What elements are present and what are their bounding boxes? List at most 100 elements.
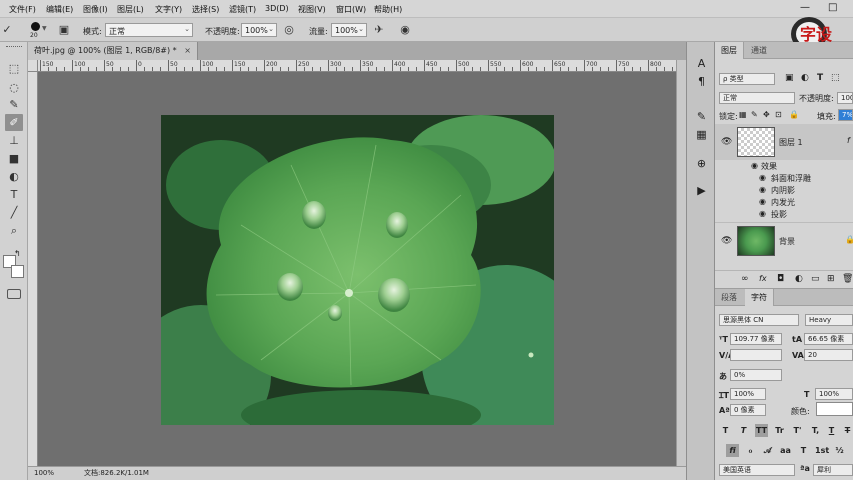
menu-filter[interactable]: 滤镜(T)	[229, 4, 256, 15]
small-caps-button[interactable]: Tr	[773, 424, 786, 437]
tab-channels[interactable]: 通道	[745, 42, 773, 59]
adjustment-icon[interactable]: ◐	[795, 274, 803, 284]
eye-icon[interactable]: ◉	[759, 185, 766, 194]
effect-inner-shadow[interactable]: 内阴影	[771, 185, 795, 196]
lasso-tool-icon[interactable]: ◌	[5, 79, 23, 96]
menu-layer[interactable]: 图层(L)	[117, 4, 144, 15]
vertical-scale-field[interactable]: 100%	[730, 388, 766, 400]
font-family-select[interactable]: 思源黑体 CN	[719, 314, 799, 326]
antialias-select[interactable]: 犀利	[813, 464, 853, 476]
zoom-level[interactable]: 100%	[34, 467, 54, 480]
horizontal-ruler[interactable]: 150 100 50 0 50 100 150 200 250 300 350 400 450 500 55…	[38, 60, 676, 72]
text-color-swatch[interactable]	[816, 402, 853, 416]
stamp-tool-icon[interactable]: ⊥	[5, 132, 23, 149]
tool-presets-icon[interactable]: ✎	[695, 110, 708, 123]
tab-paragraph[interactable]: 段落	[715, 289, 743, 306]
actions-play-icon[interactable]: ▶	[695, 184, 708, 197]
menu-file[interactable]: 文件(F)	[9, 4, 36, 15]
all-caps-button[interactable]: TT	[755, 424, 768, 437]
dodge-tool-icon[interactable]: ◐	[5, 168, 23, 185]
group-icon[interactable]: ▭	[811, 274, 820, 284]
fill-field[interactable]: 7%	[838, 109, 853, 121]
language-select[interactable]: 美国英语	[719, 464, 795, 476]
vertical-ruler[interactable]	[28, 72, 38, 466]
minimize-button[interactable]: —	[800, 2, 810, 13]
opentype-contextual-button[interactable]: ℴ	[744, 444, 757, 457]
gradient-tool-icon[interactable]: ■	[5, 150, 23, 167]
effect-drop-shadow[interactable]: 投影	[771, 209, 787, 220]
superscript-button[interactable]: T'	[791, 424, 804, 437]
lock-artboard-icon[interactable]: ⊡	[775, 110, 782, 119]
eye-icon[interactable]: 👁	[721, 236, 732, 246]
opentype-fraction-button[interactable]: ½	[833, 444, 846, 457]
layer-row-background[interactable]: 👁 背景 🔒	[715, 222, 853, 258]
eye-icon[interactable]: 👁	[721, 137, 732, 147]
menu-help[interactable]: 帮助(H)	[374, 4, 402, 15]
tab-layers[interactable]: 图层	[715, 42, 744, 59]
layer-row-1[interactable]: 👁 图层 1 f	[715, 124, 853, 160]
layer-filter-select[interactable]: ρ 类型	[719, 73, 775, 85]
airbrush-icon[interactable]: ✈	[372, 23, 386, 37]
eye-icon[interactable]: ◉	[759, 197, 766, 206]
add-style-icon[interactable]: fx	[759, 274, 767, 283]
leading-field[interactable]: 66.65 像素	[804, 333, 853, 345]
document-info[interactable]: 文档:826.2K/1.01M	[84, 467, 149, 480]
tracking-field[interactable]: 20	[804, 349, 853, 361]
layer-opacity-field[interactable]: 100	[837, 92, 853, 104]
flow-field[interactable]: 100% ⌄	[331, 23, 367, 37]
lock-all-icon[interactable]: 🔒	[789, 110, 799, 119]
ligatures-button[interactable]: fi	[726, 444, 739, 457]
zoom-tool-icon[interactable]: ⌕	[5, 222, 23, 239]
horizontal-scale-field[interactable]: 100%	[815, 388, 853, 400]
mode-select[interactable]: 正常 ⌄	[105, 23, 193, 37]
swap-colors-icon[interactable]: ↰	[14, 249, 21, 258]
tsume-field[interactable]: 0%	[730, 369, 782, 381]
faux-italic-button[interactable]: T	[737, 424, 750, 437]
add-mask-icon[interactable]: ◘	[777, 274, 784, 284]
opacity-field[interactable]: 100% ⌄	[241, 23, 277, 37]
lock-transparent-icon[interactable]: ▦	[739, 110, 747, 119]
quick-select-tool-icon[interactable]: ✎	[5, 96, 23, 113]
lock-position-icon[interactable]: ✥	[763, 110, 770, 119]
filter-shape-icon[interactable]: ⬚	[831, 73, 840, 83]
trash-icon[interactable]: 🗑	[842, 274, 853, 284]
menu-image[interactable]: 图像(I)	[83, 4, 108, 15]
pressure-opacity-icon[interactable]: ◎	[282, 23, 296, 37]
pressure-size-icon[interactable]: ◉	[398, 23, 412, 37]
background-color-swatch[interactable]	[11, 265, 24, 278]
menu-select[interactable]: 选择(S)	[192, 4, 219, 15]
eye-icon[interactable]: ◉	[759, 209, 766, 218]
effect-bevel-emboss[interactable]: 斜面和浮雕	[771, 173, 811, 184]
character-panel-icon[interactable]: A	[695, 57, 708, 70]
canvas-viewport[interactable]	[38, 72, 676, 466]
ruler-origin[interactable]	[28, 60, 38, 72]
tool-preset-icon[interactable]: ✓	[0, 23, 14, 37]
opentype-stylistic-button[interactable]: 1st	[815, 444, 829, 457]
kerning-field[interactable]	[730, 349, 782, 361]
menu-view[interactable]: 视图(V)	[298, 4, 326, 15]
type-tool-icon[interactable]: T	[5, 186, 23, 203]
filter-adjust-icon[interactable]: ◐	[801, 73, 809, 83]
document-tab[interactable]: 荷叶.jpg @ 100% (图层 1, RGB/8#) * ×	[28, 42, 198, 60]
eye-icon[interactable]: ◉	[751, 161, 758, 170]
filter-pixel-icon[interactable]: ▣	[785, 73, 794, 83]
faux-bold-button[interactable]: T	[719, 424, 732, 437]
blend-mode-select[interactable]: 正常	[719, 92, 795, 104]
font-style-select[interactable]: Heavy	[805, 314, 853, 326]
effects-label[interactable]: 效果	[761, 161, 777, 172]
paragraph-panel-icon[interactable]: ¶	[695, 75, 708, 88]
opentype-ordinal-button[interactable]: T	[797, 444, 810, 457]
vertical-scrollbar[interactable]	[676, 60, 686, 466]
path-select-tool-icon[interactable]: ╱	[5, 204, 23, 221]
brush-preset-picker[interactable]: 20 ▼	[26, 21, 47, 41]
layer-name[interactable]: 图层 1	[779, 137, 803, 148]
clone-source-icon[interactable]: ⊕	[695, 157, 708, 170]
baseline-shift-field[interactable]: 0 像素	[730, 404, 766, 416]
font-size-field[interactable]: 109.77 像素	[730, 333, 782, 345]
brush-tool-icon[interactable]: ✐	[5, 114, 23, 131]
subscript-button[interactable]: T,	[809, 424, 822, 437]
fx-icon[interactable]: f	[847, 136, 850, 145]
restore-button[interactable]: □	[828, 2, 837, 13]
quick-mask-icon[interactable]	[7, 289, 21, 299]
eye-icon[interactable]: ◉	[759, 173, 766, 182]
